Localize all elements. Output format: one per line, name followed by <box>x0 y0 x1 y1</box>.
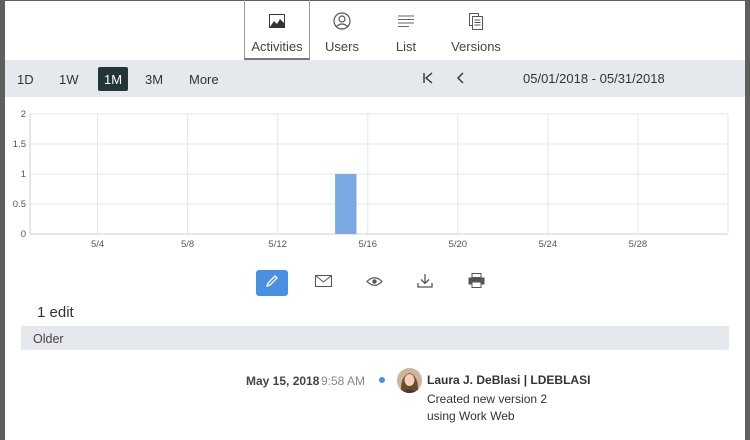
activity-chart: 0 0.5 1 1.5 2 5/4 5/8 5/12 5/16 5/20 5/24 5/28 <box>5 106 745 256</box>
x-tick-label: 5/8 <box>181 239 194 250</box>
tab-list[interactable]: List <box>374 0 438 60</box>
x-tick-label: 5/4 <box>91 239 104 250</box>
first-page-icon[interactable] <box>419 69 437 87</box>
tab-activities[interactable]: Activities <box>244 0 310 60</box>
x-tick-label: 5/24 <box>539 239 558 250</box>
entry-date: May 15, 2018 <box>246 374 320 388</box>
entry-time: 9:58 AM <box>321 374 366 388</box>
avatar <box>397 368 422 393</box>
x-tick-label: 5/12 <box>268 239 287 250</box>
timeline-dot <box>379 377 385 383</box>
x-tick-label: 5/16 <box>358 239 377 250</box>
chart-bar <box>335 174 357 234</box>
mail-button[interactable] <box>307 270 339 296</box>
previous-page-icon[interactable] <box>452 69 470 87</box>
download-icon <box>417 273 433 293</box>
range-1w-button[interactable]: 1W <box>53 67 85 91</box>
print-button[interactable] <box>460 270 492 296</box>
tab-label: Versions <box>451 39 501 54</box>
y-tick-label: 0.5 <box>13 199 26 210</box>
edit-icon <box>265 274 279 293</box>
range-1m-button[interactable]: 1M <box>98 67 129 91</box>
versions-document-icon <box>467 12 485 30</box>
edit-count: 1 edit <box>37 304 74 321</box>
user-circle-icon <box>333 12 351 30</box>
x-tick-label: 5/28 <box>629 239 648 250</box>
activity-chart-svg: 0 0.5 1 1.5 2 5/4 5/8 5/12 5/16 5/20 5/24 5/28 <box>13 109 729 250</box>
y-tick-label: 0 <box>21 229 26 240</box>
date-toolbar: 1D 1W 1M 3M More 05/01/2018 - 05/31/2018 <box>5 60 745 97</box>
range-3m-button[interactable]: 3M <box>139 67 169 91</box>
entry-user: Laura J. DeBlasi | LDEBLASI <box>427 373 591 387</box>
edit-button[interactable] <box>256 270 288 296</box>
tab-users[interactable]: Users <box>310 0 374 60</box>
print-icon <box>468 273 485 293</box>
tab-label: Activities <box>251 39 303 54</box>
range-more-button[interactable]: More <box>183 67 225 91</box>
y-tick-label: 1 <box>21 169 26 180</box>
date-range-label: 05/01/2018 - 05/31/2018 <box>523 71 665 86</box>
entry-description-line: using Work Web <box>427 409 515 423</box>
view-button[interactable] <box>358 270 390 296</box>
tab-label: Users <box>325 39 359 54</box>
tab-label: List <box>395 39 417 54</box>
download-button[interactable] <box>409 270 441 296</box>
activities-chart-icon <box>268 12 286 30</box>
x-tick-label: 5/20 <box>449 239 468 250</box>
range-1d-button[interactable]: 1D <box>11 67 40 91</box>
y-tick-label: 2 <box>21 109 26 120</box>
eye-icon <box>365 274 383 292</box>
mail-icon <box>314 274 332 292</box>
y-tick-label: 1.5 <box>13 139 26 150</box>
entry-description-line: Created new version 2 <box>427 392 548 406</box>
tab-versions[interactable]: Versions <box>438 0 514 60</box>
tab-bar: Activities Users List Versions <box>244 0 514 60</box>
section-header-older: Older <box>21 326 729 350</box>
list-icon <box>397 12 415 30</box>
